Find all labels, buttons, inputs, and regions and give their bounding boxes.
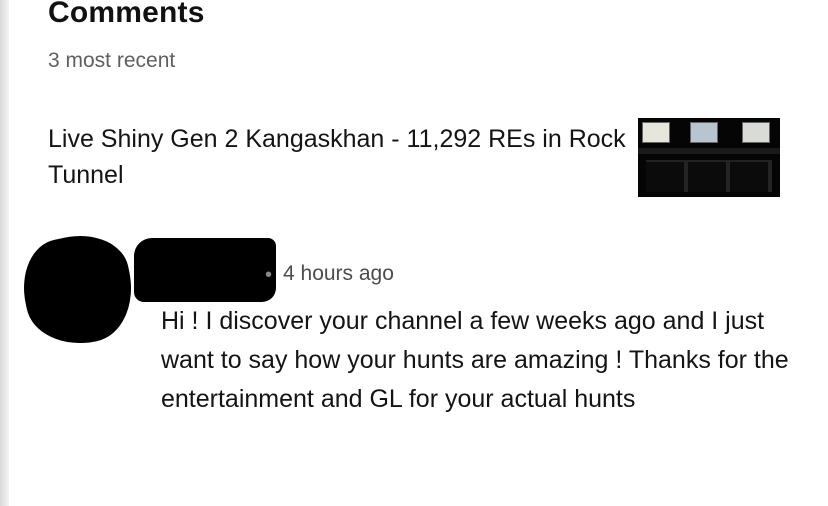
video-thumbnail[interactable] xyxy=(638,118,780,197)
thumbnail-screen xyxy=(642,122,670,143)
thumbnail-bar xyxy=(638,148,780,154)
thumbnail-consoles xyxy=(646,160,772,192)
comment-timestamp: 4 hours ago xyxy=(283,262,394,285)
meta-separator: • xyxy=(265,264,273,286)
commenter-avatar-redacted[interactable] xyxy=(13,225,143,355)
commenter-name-redacted[interactable] xyxy=(134,238,276,302)
comment-body: Hi ! I discover your channel a few weeks… xyxy=(161,307,789,413)
left-edge-shadow xyxy=(0,0,9,506)
thumbnail-screen xyxy=(690,122,718,143)
comments-heading: Comments xyxy=(48,0,205,29)
video-title-link[interactable]: Live Shiny Gen 2 Kangaskhan - 11,292 REs… xyxy=(48,121,633,193)
thumbnail-screen xyxy=(742,122,770,143)
comments-subheading: 3 most recent xyxy=(48,49,176,72)
